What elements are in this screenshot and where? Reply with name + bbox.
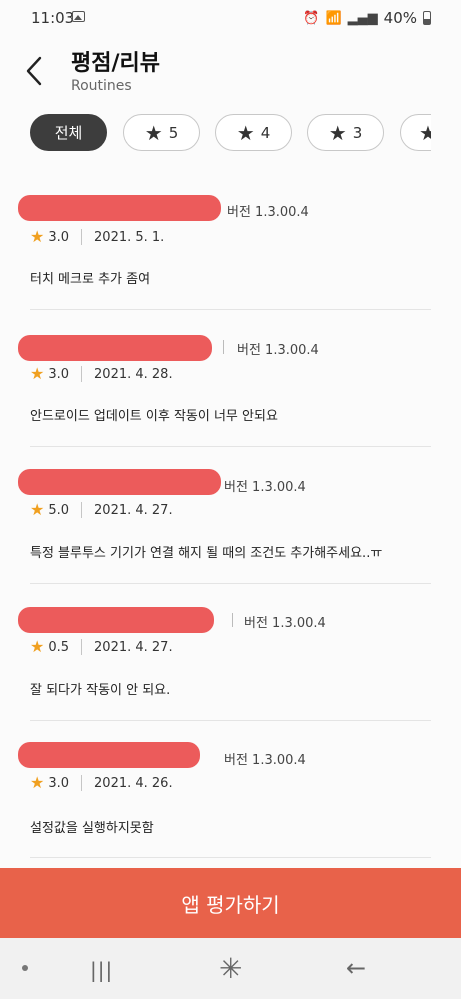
redacted-username (18, 607, 214, 633)
star-icon: ★ (30, 500, 45, 519)
rate-app-button[interactable]: 앱 평가하기 (0, 868, 461, 938)
filter-chip-label: 전체 (54, 124, 83, 142)
filter-chip-2[interactable]: ★ (400, 114, 431, 151)
review-item: 버전 1.3.00.4 ★ 0.5 2021. 4. 27. 잘 되다가 작동이… (18, 583, 431, 721)
review-rating-row: ★ 0.5 2021. 4. 27. (30, 639, 173, 655)
review-rating-row: ★ 3.0 2021. 5. 1. (30, 229, 164, 245)
divider (81, 366, 83, 382)
filter-chip-4[interactable]: ★ 4 (215, 114, 292, 151)
review-date: 2021. 4. 27. (94, 502, 173, 518)
review-version: 버전 1.3.00.4 (224, 480, 306, 495)
status-time: 11:03 (31, 9, 75, 27)
image-notification-icon (72, 11, 85, 22)
review-text: 안드로이드 업데이트 이후 작동이 너무 안되요 (30, 409, 278, 424)
star-icon: ★ (30, 637, 45, 656)
rate-app-label: 앱 평가하기 (181, 892, 280, 917)
review-date: 2021. 4. 27. (94, 639, 173, 655)
review-rating-row: ★ 3.0 2021. 4. 28. (30, 366, 173, 382)
divider (232, 613, 233, 627)
back-button[interactable] (22, 54, 52, 88)
star-icon: ★ (328, 120, 347, 145)
review-item: 버전 1.3.00.4 ★ 3.0 2021. 4. 28. 안드로이드 업데이… (18, 309, 431, 447)
status-icons: ⏰ 📶 ▂▄▆ 40% (303, 9, 431, 27)
filter-chip-label: 4 (260, 123, 271, 142)
redacted-username (18, 195, 221, 221)
review-date: 2021. 5. 1. (94, 229, 165, 245)
review-rating: 3.0 (48, 775, 70, 791)
review-rating: 3.0 (48, 366, 70, 382)
signal-icon: ▂▄▆ (347, 10, 378, 26)
review-text: 잘 되다가 작동이 안 되요. (30, 683, 171, 698)
review-item: 버전 1.3.00.4 ★ 5.0 2021. 4. 27. 특정 블루투스 기… (18, 446, 431, 584)
status-bar: 11:03 ⏰ 📶 ▂▄▆ 40% (0, 0, 461, 36)
filter-chip-label: 5 (168, 123, 179, 142)
review-version: 버전 1.3.00.4 (224, 753, 306, 768)
review-date: 2021. 4. 26. (94, 775, 173, 791)
battery-percent: 40% (383, 9, 417, 27)
page-subtitle: Routines (71, 78, 132, 94)
filter-chip-5[interactable]: ★ 5 (123, 114, 200, 151)
star-icon: ★ (30, 227, 45, 246)
review-text: 특정 블루투스 기기가 연결 해지 될 때의 조건도 추가해주세요..ㅠ (30, 546, 383, 561)
redacted-username (18, 469, 221, 495)
review-text: 설정값을 실행하지못함 (30, 821, 154, 836)
filter-chip-3[interactable]: ★ 3 (307, 114, 384, 151)
review-text: 터치 메크로 추가 좀여 (30, 272, 151, 287)
review-date: 2021. 4. 28. (94, 366, 173, 382)
back-arrow-icon[interactable]: ← (346, 954, 366, 982)
battery-icon (423, 11, 431, 25)
review-item: 버전 1.3.00.4 ★ 3.0 2021. 4. 26. 설정값을 실행하지… (18, 720, 431, 858)
review-rating: 0.5 (48, 639, 70, 655)
review-version: 버전 1.3.00.4 (227, 205, 309, 220)
divider (81, 775, 83, 791)
system-navigation-bar: ||| ✳ ← (0, 938, 461, 999)
redacted-username (18, 742, 200, 768)
star-icon: ★ (144, 120, 163, 145)
divider (81, 502, 83, 518)
rating-filter-chips: 전체 ★ 5 ★ 4 ★ 3 ★ (0, 112, 431, 152)
review-version: 버전 1.3.00.4 (244, 616, 326, 631)
review-item: 버전 1.3.00.4 ★ 3.0 2021. 5. 1. 터치 메크로 추가 … (18, 172, 431, 310)
divider (81, 639, 83, 655)
redacted-username (18, 335, 212, 361)
review-rating: 3.0 (48, 229, 70, 245)
filter-chip-all[interactable]: 전체 (30, 114, 107, 151)
review-rating: 5.0 (48, 502, 70, 518)
dot-icon[interactable] (22, 965, 28, 971)
divider (223, 340, 224, 354)
filter-chip-label: 3 (352, 123, 363, 142)
wifi-icon: 📶 (325, 10, 342, 26)
star-icon: ★ (236, 120, 255, 145)
page-title: 평점/리뷰 (71, 51, 160, 76)
review-rating-row: ★ 5.0 2021. 4. 27. (30, 502, 173, 518)
star-icon: ★ (30, 364, 45, 383)
divider (81, 229, 83, 245)
chevron-left-icon (26, 56, 42, 86)
home-icon[interactable]: ✳ (219, 952, 242, 985)
review-rating-row: ★ 3.0 2021. 4. 26. (30, 775, 173, 791)
review-version: 버전 1.3.00.4 (237, 343, 319, 358)
star-icon: ★ (419, 120, 431, 145)
alarm-icon: ⏰ (303, 10, 320, 26)
star-icon: ★ (30, 773, 45, 792)
recent-apps-icon[interactable]: ||| (90, 958, 113, 982)
